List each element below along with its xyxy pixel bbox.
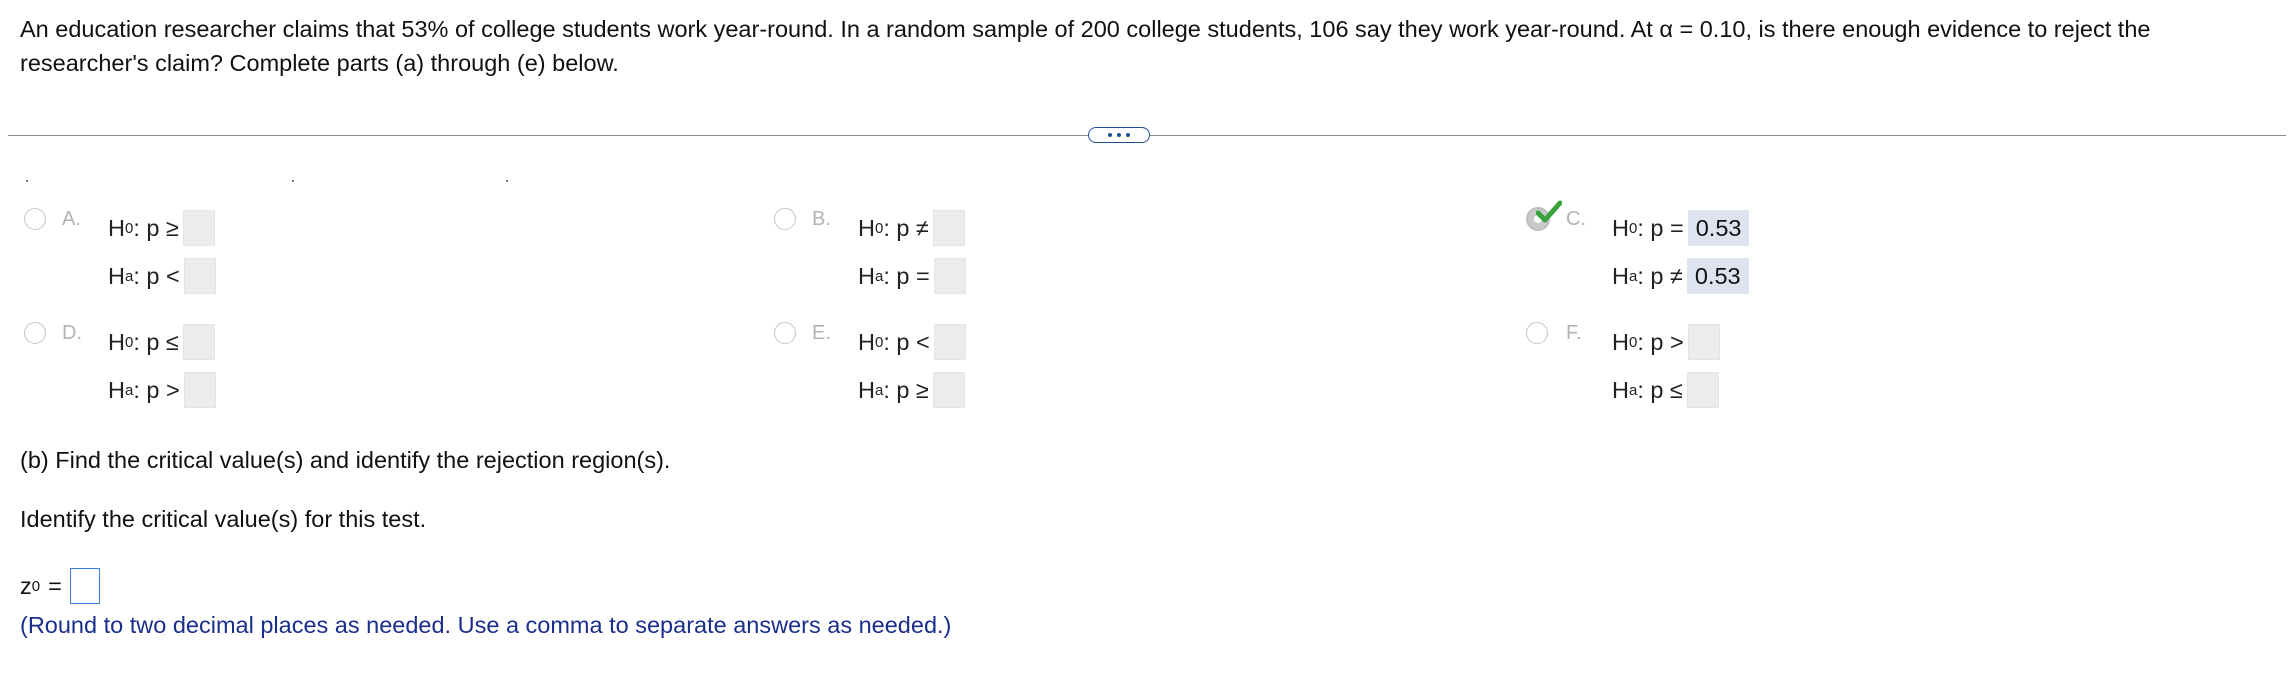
null-hypothesis-d: H0: p ≤ xyxy=(108,324,215,360)
answer-box xyxy=(183,258,216,294)
more-dot-icon xyxy=(1108,133,1112,137)
alt-hypothesis-f: Ha: p ≤ xyxy=(1612,372,1719,408)
expand-more-button[interactable] xyxy=(1088,127,1150,143)
part-b-instruction: Identify the critical value(s) for this … xyxy=(20,506,427,532)
option-letter: F. xyxy=(1566,322,1582,344)
option-letter: B. xyxy=(812,208,831,230)
answer-box xyxy=(182,210,215,246)
tick-mark xyxy=(26,180,28,182)
question-text: An education researcher claims that 53% … xyxy=(20,16,2151,76)
critical-value-row: z0 = xyxy=(20,568,100,604)
answer-box xyxy=(1687,324,1720,360)
checkmark-icon xyxy=(1536,200,1562,223)
more-dot-icon xyxy=(1117,133,1121,137)
alt-hypothesis-d: Ha: p > xyxy=(108,372,216,408)
alt-hypothesis-a: Ha: p < xyxy=(108,258,216,294)
alt-hypothesis-e: Ha: p ≥ xyxy=(858,372,965,408)
null-hypothesis-b: H0: p ≠ xyxy=(858,210,965,246)
alt-hypothesis-c: Ha: p ≠ 0.53 xyxy=(1612,258,1749,294)
null-hypothesis-c: H0: p = 0.53 xyxy=(1612,210,1750,246)
equals-sign: = xyxy=(48,572,62,599)
more-dot-icon xyxy=(1126,133,1130,137)
answer-box xyxy=(933,324,966,360)
part-b-heading: (b) Find the critical value(s) and ident… xyxy=(20,447,671,473)
critical-value-input[interactable] xyxy=(69,568,100,604)
null-hypothesis-f: H0: p > xyxy=(1612,324,1720,360)
radio-f[interactable] xyxy=(1526,322,1548,344)
option-letter: E. xyxy=(812,322,831,344)
answer-box xyxy=(932,210,965,246)
null-hypothesis-e: H0: p < xyxy=(858,324,966,360)
option-letter: A. xyxy=(62,208,81,230)
alt-value: 0.53 xyxy=(1686,258,1749,294)
answer-box xyxy=(182,324,215,360)
answer-box xyxy=(183,372,216,408)
radio-b[interactable] xyxy=(774,208,796,230)
null-hypothesis-a: H0: p ≥ xyxy=(108,210,215,246)
alt-hypothesis-b: Ha: p = xyxy=(858,258,966,294)
tick-mark xyxy=(506,180,508,182)
option-letter: D. xyxy=(62,322,82,344)
rounding-hint: (Round to two decimal places as needed. … xyxy=(20,612,952,638)
radio-e[interactable] xyxy=(774,322,796,344)
tick-mark xyxy=(292,180,294,182)
null-value: 0.53 xyxy=(1687,210,1750,246)
radio-a[interactable] xyxy=(24,208,46,230)
option-letter: C. xyxy=(1566,208,1586,230)
answer-box xyxy=(933,258,966,294)
z-label: z xyxy=(20,572,32,599)
answer-box xyxy=(1686,372,1719,408)
answer-box xyxy=(932,372,965,408)
radio-d[interactable] xyxy=(24,322,46,344)
